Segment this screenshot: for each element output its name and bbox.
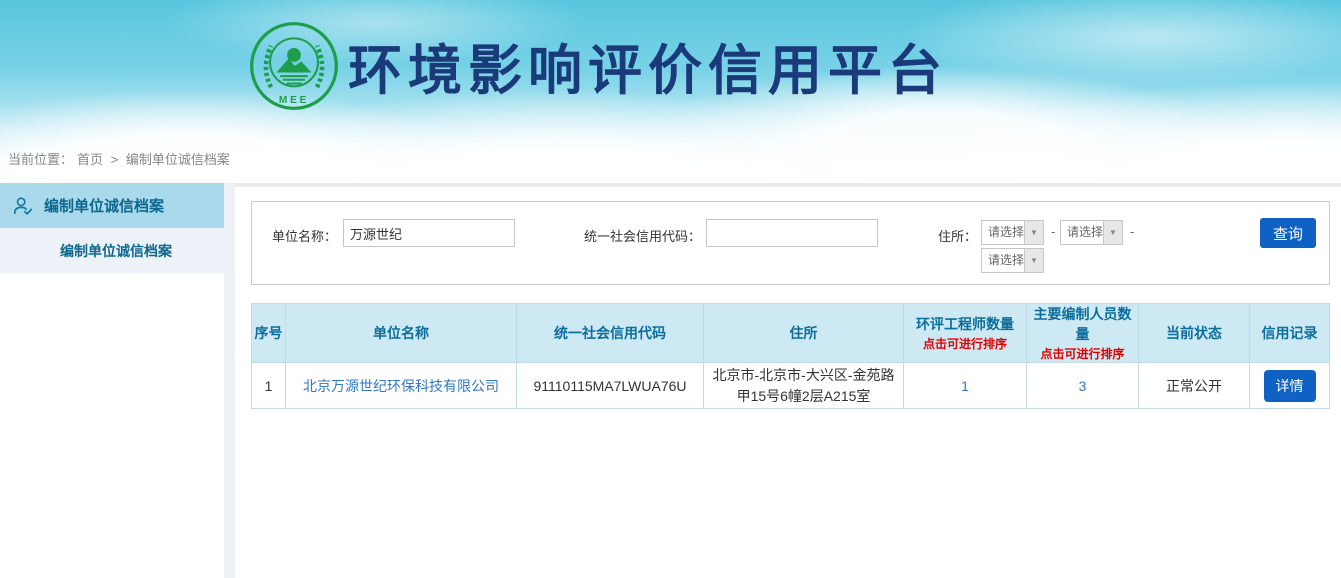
chevron-down-icon: ▼ — [1030, 228, 1038, 237]
col-header-engineer-count[interactable]: 环评工程师数量 点击可进行排序 — [904, 304, 1027, 363]
unit-name-label: 单位名称： — [272, 226, 337, 245]
city-select[interactable]: 请选择 ▼ — [1060, 220, 1123, 245]
sidebar-item-archive-parent[interactable]: 编制单位诚信档案 — [0, 183, 224, 228]
engineer-count-link[interactable]: 1 — [961, 378, 969, 394]
col-header-address: 住所 — [704, 304, 904, 363]
table-row: 1 北京万源世纪环保科技有限公司 91110115MA7LWUA76U 北京市-… — [252, 363, 1330, 409]
credit-code-label: 统一社会信用代码： — [584, 226, 701, 245]
result-table: 序号 单位名称 统一社会信用代码 住所 环评工程师数量 点击可进行排序 主要编制… — [251, 303, 1330, 409]
mee-logo-icon: MEE — [248, 20, 340, 112]
row-index-cell: 1 — [252, 363, 286, 409]
city-select-button[interactable]: ▼ — [1103, 221, 1122, 244]
breadcrumb: 当前位置： 首页 > 编制单位诚信档案 — [8, 149, 234, 168]
district-select-value: 请选择 — [982, 249, 1024, 272]
detail-button[interactable]: 详情 — [1264, 370, 1316, 402]
breadcrumb-prefix: 当前位置： — [8, 152, 73, 167]
site-header: MEE 环境影响评价信用平台 当前位置： 首页 > 编制单位诚信档案 — [0, 0, 1341, 183]
chevron-down-icon: ▼ — [1030, 256, 1038, 265]
district-select-button[interactable]: ▼ — [1024, 249, 1043, 272]
page-body: 编制单位诚信档案 编制单位诚信档案 单位名称： 统一社会信用代码： 住所： 请选… — [0, 183, 1341, 578]
col-header-name: 单位名称 — [286, 304, 517, 363]
unit-name-input[interactable] — [343, 219, 515, 247]
credit-code-cell: 91110115MA7LWUA76U — [517, 363, 704, 409]
breadcrumb-separator: > — [111, 152, 119, 167]
company-name-link[interactable]: 北京万源世纪环保科技有限公司 — [303, 378, 499, 394]
sidebar: 编制单位诚信档案 编制单位诚信档案 — [0, 183, 224, 578]
address-dash-1: - — [1051, 224, 1055, 239]
sidebar-divider — [224, 183, 235, 578]
province-select-value: 请选择 — [982, 221, 1024, 244]
status-cell: 正常公开 — [1139, 363, 1250, 409]
address-cell: 北京市-北京市-大兴区-金苑路甲15号6幢2层A215室 — [704, 363, 904, 409]
main-content: 单位名称： 统一社会信用代码： 住所： 请选择 ▼ - 请选择 ▼ - 请选择 … — [235, 183, 1341, 578]
col-header-staff-count[interactable]: 主要编制人员数量 点击可进行排序 — [1027, 304, 1139, 363]
staff-count-link[interactable]: 3 — [1079, 378, 1087, 394]
city-select-value: 请选择 — [1061, 221, 1103, 244]
user-check-icon — [12, 195, 34, 217]
engineer-sort-hint[interactable]: 点击可进行排序 — [904, 335, 1026, 352]
col-header-credit-record: 信用记录 — [1250, 304, 1330, 363]
col-header-index: 序号 — [252, 304, 286, 363]
address-label: 住所： — [938, 226, 977, 245]
sidebar-item-label: 编制单位诚信档案 — [44, 195, 164, 216]
table-header-row: 序号 单位名称 统一社会信用代码 住所 环评工程师数量 点击可进行排序 主要编制… — [252, 304, 1330, 363]
col-header-engineer-count-label: 环评工程师数量 — [916, 316, 1014, 332]
address-dash-2: - — [1130, 224, 1134, 239]
col-header-staff-count-label: 主要编制人员数量 — [1034, 306, 1132, 342]
mee-logo-text: MEE — [279, 95, 309, 106]
page-title: 环境影响评价信用平台 — [348, 26, 948, 105]
province-select-button[interactable]: ▼ — [1024, 221, 1043, 244]
sidebar-subitem-label: 编制单位诚信档案 — [60, 241, 172, 261]
query-button[interactable]: 查询 — [1260, 218, 1316, 248]
staff-sort-hint[interactable]: 点击可进行排序 — [1027, 345, 1138, 362]
chevron-down-icon: ▼ — [1109, 228, 1117, 237]
col-header-status: 当前状态 — [1139, 304, 1250, 363]
search-panel: 单位名称： 统一社会信用代码： 住所： 请选择 ▼ - 请选择 ▼ - 请选择 … — [251, 201, 1330, 285]
breadcrumb-current: 编制单位诚信档案 — [126, 152, 230, 167]
col-header-credit-code: 统一社会信用代码 — [517, 304, 704, 363]
breadcrumb-home-link[interactable]: 首页 — [77, 152, 103, 167]
province-select[interactable]: 请选择 ▼ — [981, 220, 1044, 245]
district-select[interactable]: 请选择 ▼ — [981, 248, 1044, 273]
sidebar-item-archive-sub[interactable]: 编制单位诚信档案 — [0, 228, 224, 273]
credit-code-input[interactable] — [706, 219, 878, 247]
